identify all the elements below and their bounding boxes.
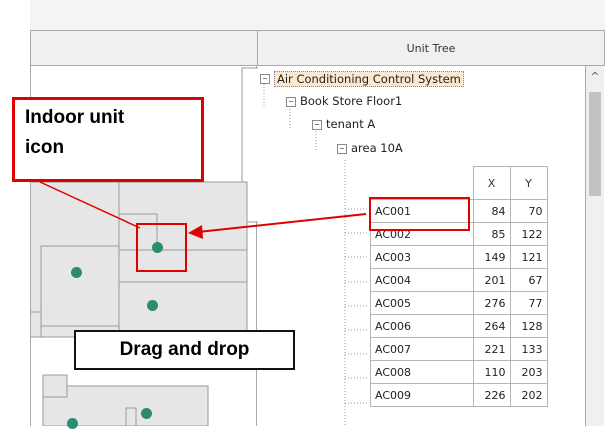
- indoor-unit-callout: Indoor unit icon: [12, 97, 204, 182]
- unit-y[interactable]: 202: [509, 383, 548, 407]
- unit-name[interactable]: AC005: [370, 291, 474, 315]
- indoor-unit-callout-line1: Indoor unit: [25, 107, 125, 128]
- scroll-up-button[interactable]: ^: [586, 70, 604, 86]
- unit-name[interactable]: AC003: [370, 245, 474, 269]
- unit-x[interactable]: 85: [472, 222, 511, 246]
- unit-y[interactable]: 203: [509, 360, 548, 384]
- indoor-unit-callout-line2: icon: [25, 137, 65, 158]
- unit-y[interactable]: 128: [509, 314, 548, 338]
- unit-y[interactable]: 121: [509, 245, 548, 269]
- unit-tree-title: Unit Tree: [406, 41, 456, 55]
- unit-x[interactable]: 84: [472, 199, 511, 223]
- tree-node-tenant-label: tenant A: [326, 117, 376, 131]
- chevron-up-icon: ^: [590, 70, 600, 83]
- unit-name[interactable]: AC007: [370, 337, 474, 361]
- indoor-unit-icon[interactable]: [71, 267, 82, 278]
- unit-y[interactable]: 70: [509, 199, 548, 223]
- unit-name[interactable]: AC006: [370, 314, 474, 338]
- table-corner: [370, 166, 474, 200]
- unit-table-header-row: X Y: [370, 166, 548, 200]
- floor-plan-header: [30, 30, 257, 66]
- table-row[interactable]: AC004 201 67: [370, 268, 548, 292]
- top-strip: [30, 0, 605, 30]
- unit-x[interactable]: 226: [472, 383, 511, 407]
- unit-x[interactable]: 264: [472, 314, 511, 338]
- collapse-icon[interactable]: −: [260, 74, 270, 84]
- unit-x[interactable]: 110: [472, 360, 511, 384]
- table-row[interactable]: AC005 276 77: [370, 291, 548, 315]
- unit-tree: − Air Conditioning Control System − Book…: [257, 66, 586, 426]
- indoor-unit-icon[interactable]: [67, 418, 78, 429]
- column-header-x[interactable]: X: [472, 166, 511, 200]
- ac001-highlight: [369, 197, 470, 231]
- table-row[interactable]: AC003 149 121: [370, 245, 548, 269]
- unit-y[interactable]: 122: [509, 222, 548, 246]
- tree-node-area-label: area 10A: [351, 141, 403, 155]
- unit-tree-header: Unit Tree: [257, 30, 605, 66]
- collapse-icon[interactable]: −: [337, 144, 347, 154]
- table-row[interactable]: AC006 264 128: [370, 314, 548, 338]
- unit-y[interactable]: 67: [509, 268, 548, 292]
- collapse-icon[interactable]: −: [286, 97, 296, 107]
- unit-x[interactable]: 149: [472, 245, 511, 269]
- tree-node-root-label: Air Conditioning Control System: [274, 71, 464, 87]
- table-row[interactable]: AC009 226 202: [370, 383, 548, 407]
- unit-name[interactable]: AC008: [370, 360, 474, 384]
- table-row[interactable]: AC008 110 203: [370, 360, 548, 384]
- unit-icon-highlight: [136, 223, 187, 272]
- unit-x[interactable]: 201: [472, 268, 511, 292]
- unit-y[interactable]: 133: [509, 337, 548, 361]
- indoor-unit-icon[interactable]: [141, 408, 152, 419]
- unit-name[interactable]: AC004: [370, 268, 474, 292]
- unit-x[interactable]: 276: [472, 291, 511, 315]
- collapse-icon[interactable]: −: [312, 120, 322, 130]
- unit-name[interactable]: AC009: [370, 383, 474, 407]
- indoor-unit-icon[interactable]: [147, 300, 158, 311]
- drag-drop-label: Drag and drop: [119, 339, 250, 360]
- tree-node-floor-label: Book Store Floor1: [300, 94, 403, 108]
- unit-y[interactable]: 77: [509, 291, 548, 315]
- scroll-thumb[interactable]: [589, 92, 601, 196]
- drag-drop-callout: Drag and drop: [74, 330, 295, 370]
- unit-x[interactable]: 221: [472, 337, 511, 361]
- column-header-y[interactable]: Y: [509, 166, 548, 200]
- table-row[interactable]: AC007 221 133: [370, 337, 548, 361]
